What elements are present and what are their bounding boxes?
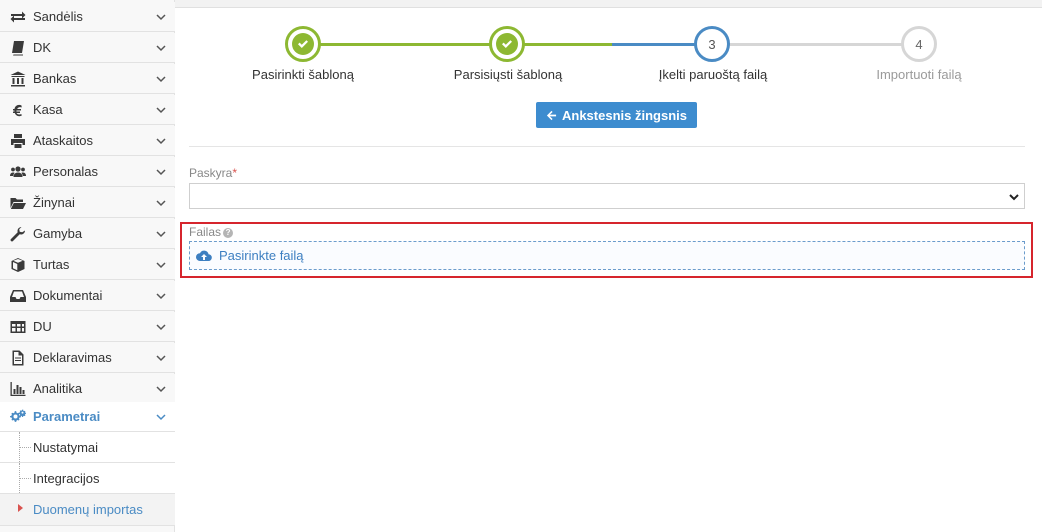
check-icon <box>292 33 314 55</box>
sidebar-item-zinynai[interactable]: Žinynai <box>0 188 175 218</box>
transfer-icon <box>10 9 26 25</box>
sidebar-item-parametrai[interactable]: Parametrai <box>0 402 175 432</box>
sidebar-item-label: Bankas <box>33 71 77 86</box>
sidebar-item-dk[interactable]: DK <box>0 33 175 63</box>
cloud-upload-icon <box>196 250 212 261</box>
sidebar-subitem-label: Duomenų importas <box>33 502 143 517</box>
sidebar-item-label: Deklaravimas <box>33 350 112 365</box>
file-upload-button[interactable]: Pasirinkte failą <box>189 241 1025 270</box>
chevron-down-icon <box>153 260 169 270</box>
import-wizard: 3 4 Pasirinkti šabloną Parsisiųsti šablo… <box>190 20 1025 90</box>
previous-step-button[interactable]: Ankstesnis žingsnis <box>536 102 697 128</box>
arrow-left-icon <box>546 110 557 120</box>
sidebar-item-du[interactable]: DU <box>0 312 175 342</box>
chevron-down-icon <box>153 291 169 301</box>
file-upload-label: Pasirinkte failą <box>219 248 304 263</box>
top-bar <box>175 0 1042 8</box>
chevron-down-icon <box>153 12 169 22</box>
sidebar-item-analitika[interactable]: Analitika <box>0 374 175 404</box>
sidebar-item-label: Gamyba <box>33 226 83 241</box>
sidebar-item-dokumentai[interactable]: Dokumentai <box>0 281 175 311</box>
bar-chart-icon <box>10 381 26 397</box>
sidebar-item-kasa[interactable]: Kasa <box>0 95 175 125</box>
chevron-down-icon <box>153 43 169 53</box>
sidebar-item-label: Analitika <box>33 381 83 396</box>
chevron-down-icon <box>153 105 169 115</box>
previous-step-label: Ankstesnis žingsnis <box>562 107 687 123</box>
sidebar-item-label: Parametrai <box>33 409 101 424</box>
sidebar-item-deklaravimas[interactable]: Deklaravimas <box>0 343 175 373</box>
file-label: Failas <box>189 225 222 239</box>
step-3-label: Įkelti paruoštą failą <box>658 67 768 82</box>
users-icon <box>10 164 26 180</box>
printer-icon <box>10 133 26 149</box>
inbox-icon <box>10 288 26 304</box>
sidebar-item-label: DK <box>33 40 52 55</box>
sidebar-item-label: Personalas <box>33 164 99 179</box>
chevron-down-icon <box>153 229 169 239</box>
bank-icon <box>10 71 26 87</box>
step-3-circle: 3 <box>694 26 730 62</box>
divider <box>189 146 1025 147</box>
wrench-icon <box>10 226 26 242</box>
step-2-label: Parsisiųsti šabloną <box>453 67 563 82</box>
chevron-down-icon <box>153 74 169 84</box>
sidebar-item-turtas[interactable]: Turtas <box>0 250 175 280</box>
account-label: Paskyra <box>189 166 233 180</box>
sidebar-item-sandelis[interactable]: Sandėlis <box>0 2 175 32</box>
tree-line <box>19 478 31 479</box>
sidebar-item-label: Ataskaitos <box>33 133 93 148</box>
cube-icon <box>10 257 26 273</box>
chevron-down-icon <box>153 167 169 177</box>
file-label-wrap: Failas? <box>189 225 234 239</box>
tree-line <box>19 447 31 448</box>
step-2-circle <box>489 26 525 62</box>
sidebar-item-ataskaitos[interactable]: Ataskaitos <box>0 126 175 156</box>
check-icon <box>496 33 518 55</box>
sidebar-item-label: DU <box>33 319 52 334</box>
help-icon[interactable]: ? <box>223 228 234 238</box>
chevron-down-icon <box>153 412 169 422</box>
book-icon <box>10 40 26 56</box>
account-select[interactable] <box>189 183 1025 209</box>
caret-right-icon <box>18 504 23 512</box>
folder-open-icon <box>10 195 26 211</box>
sidebar-item-label: Sandėlis <box>33 9 83 24</box>
progress-line-future <box>716 43 920 46</box>
chevron-down-icon <box>153 353 169 363</box>
chevron-down-icon <box>153 322 169 332</box>
sidebar-item-personalas[interactable]: Personalas <box>0 157 175 187</box>
chevron-down-icon <box>1009 194 1019 201</box>
sidebar-item-label: Dokumentai <box>33 288 103 303</box>
sidebar-subitem-duomenu-importas[interactable]: Duomenų importas <box>0 494 175 526</box>
sidebar-item-label: Turtas <box>33 257 70 272</box>
sidebar-item-label: Žinynai <box>33 195 75 210</box>
document-icon <box>10 350 26 366</box>
step-4-label: Importuoti failą <box>876 67 962 82</box>
sidebar: Sandėlis DK Bankas Kasa Ataskaitos Perso… <box>0 0 175 532</box>
sidebar-subitem-label: Integracijos <box>33 470 100 486</box>
sidebar-item-bankas[interactable]: Bankas <box>0 64 175 94</box>
chevron-down-icon <box>153 198 169 208</box>
progress-line-done <box>304 43 508 46</box>
step-1-label: Pasirinkti šabloną <box>252 67 354 82</box>
sidebar-subitem-nustatymai[interactable]: Nustatymai <box>0 432 175 463</box>
chevron-down-icon <box>153 384 169 394</box>
sidebar-item-gamyba[interactable]: Gamyba <box>0 219 175 249</box>
euro-icon <box>10 102 26 118</box>
step-1-circle <box>285 26 321 62</box>
required-marker: * <box>232 166 238 180</box>
account-label-wrap: Paskyra* <box>189 166 237 180</box>
sidebar-subitem-label: Nustatymai <box>33 439 99 455</box>
chevron-down-icon <box>153 136 169 146</box>
gears-icon <box>10 409 26 425</box>
sidebar-item-label: Kasa <box>33 102 63 117</box>
table-icon <box>10 319 26 335</box>
step-4-circle: 4 <box>901 26 937 62</box>
sidebar-subitem-integracijos[interactable]: Integracijos <box>0 463 175 494</box>
